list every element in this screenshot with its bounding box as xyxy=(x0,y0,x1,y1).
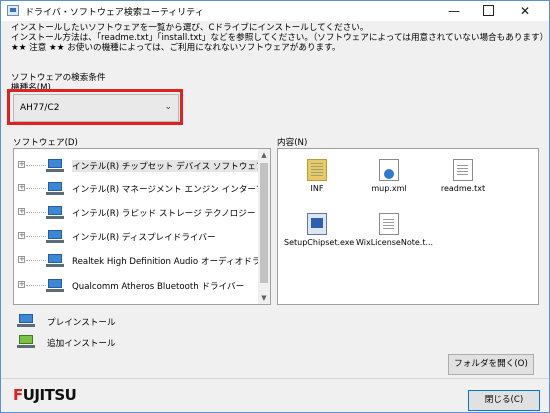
file-name: mup.xml xyxy=(371,184,407,193)
folder-icon xyxy=(307,159,327,181)
expand-icon[interactable]: + xyxy=(18,161,25,168)
laptop-blue-icon xyxy=(46,206,64,219)
exe-file-icon xyxy=(307,213,327,235)
tree-item[interactable]: + インテル(R) マネージメント エンジン インターフェ xyxy=(14,180,270,198)
tree-item-label: インテル(R) マネージメント エンジン インターフェ xyxy=(72,185,271,195)
tree-item-label: Qualcomm Atheros Bluetooth ドライバー xyxy=(72,282,245,292)
tree-item-label: インテル(R) チップセット デバイス ソフトウェア xyxy=(72,160,265,172)
footer-divider xyxy=(1,378,549,379)
laptop-blue-icon xyxy=(46,159,64,172)
text-file-icon xyxy=(379,213,399,235)
contents-label: 内容(N) xyxy=(277,138,308,148)
open-folder-button[interactable]: フォルダを開く(O) xyxy=(448,354,534,375)
instruction-line-3: ★★ 注意 ★★ お使いの機種によっては、ご利用になれないソフトウェアがあります… xyxy=(11,43,341,53)
legend-preinstall-label: プレインストール xyxy=(47,318,116,328)
scroll-thumb[interactable] xyxy=(260,163,268,283)
tree-connector xyxy=(26,165,46,166)
expand-icon[interactable]: + xyxy=(18,281,25,288)
tree-connector xyxy=(26,188,46,189)
title-bar: ドライバ・ソフトウェア検索ユーティリティ — ✕ xyxy=(1,1,549,21)
instruction-line-2: インストール方法は、「readme.txt」「install.txt」などを参照… xyxy=(11,33,549,43)
file-item[interactable]: SetupChipset.exe xyxy=(284,213,355,247)
file-item[interactable]: WixLicenseNote.t... xyxy=(356,213,434,247)
expand-icon[interactable]: + xyxy=(18,208,25,215)
tree-item[interactable]: + インテル(R) チップセット デバイス ソフトウェア xyxy=(14,157,265,175)
file-item[interactable]: INF xyxy=(284,159,350,193)
tree-scrollbar[interactable]: ▲ ▼ xyxy=(258,149,270,304)
software-tree[interactable]: + インテル(R) チップセット デバイス ソフトウェア + インテル(R) マ… xyxy=(13,148,271,305)
instructions: インストールしたいソフトウェアを一覧から選び、Cドライブにインストールしてくださ… xyxy=(11,23,549,53)
expand-icon[interactable]: + xyxy=(18,184,25,191)
tree-item[interactable]: + インテル(R) ラピッド ストレージ テクノロジー xyxy=(14,204,259,222)
laptop-blue-icon xyxy=(46,230,64,243)
fujitsu-logo: FUJITSU xyxy=(13,386,77,404)
tree-connector xyxy=(26,260,46,261)
tree-item[interactable]: + インテル(R) ディスプレイドライバー xyxy=(14,228,259,246)
software-label: ソフトウェア(D) xyxy=(13,138,78,148)
contents-panel[interactable]: INF mup.xml readme.txt SetupChipset.exe … xyxy=(277,148,539,305)
close-window-button[interactable]: ✕ xyxy=(508,1,542,21)
xml-file-icon xyxy=(379,159,399,181)
window-title: ドライバ・ソフトウェア検索ユーティリティ xyxy=(25,8,204,18)
tree-item-label: インテル(R) ディスプレイドライバー xyxy=(72,233,216,243)
close-button[interactable]: 閉じる(C) xyxy=(468,390,540,411)
tree-item-label: Realtek High Definition Audio オーディオドライバ xyxy=(72,257,271,267)
app-icon xyxy=(7,5,19,16)
laptop-blue-icon xyxy=(46,182,64,195)
tree-connector xyxy=(26,236,46,237)
tree-item-label: インテル(R) ラピッド ストレージ テクノロジー xyxy=(72,209,256,219)
laptop-blue-icon xyxy=(46,279,64,292)
expand-icon[interactable]: + xyxy=(18,232,25,239)
file-name: WixLicenseNote.t... xyxy=(356,238,434,247)
file-name: readme.txt xyxy=(440,184,486,193)
tree-connector xyxy=(26,212,46,213)
highlight-frame xyxy=(7,89,183,125)
tree-item[interactable]: + Realtek High Definition Audio オーディオドライ… xyxy=(14,252,270,270)
maximize-button[interactable] xyxy=(471,1,505,21)
legend-additional: 追加インストール xyxy=(17,334,217,350)
tree-connector xyxy=(26,285,46,286)
tree-item[interactable]: + Qualcomm Atheros Bluetooth ドライバー xyxy=(14,277,259,295)
file-item[interactable]: readme.txt xyxy=(430,159,496,193)
file-item[interactable]: mup.xml xyxy=(356,159,422,193)
legend-additional-label: 追加インストール xyxy=(47,339,116,349)
laptop-green-icon xyxy=(17,335,35,348)
laptop-blue-icon xyxy=(17,314,35,327)
file-name: SetupChipset.exe xyxy=(284,238,355,247)
legend-preinstall: プレインストール xyxy=(17,313,217,329)
scroll-down-icon[interactable]: ▼ xyxy=(258,292,270,304)
utility-window: ドライバ・ソフトウェア検索ユーティリティ — ✕ インストールしたいソフトウェア… xyxy=(0,0,550,413)
expand-icon[interactable]: + xyxy=(18,256,25,263)
scroll-up-icon[interactable]: ▲ xyxy=(258,149,270,161)
laptop-blue-icon xyxy=(46,254,64,267)
file-name: INF xyxy=(310,184,324,193)
instruction-line-1: インストールしたいソフトウェアを一覧から選び、Cドライブにインストールしてくださ… xyxy=(11,23,369,33)
minimize-button[interactable]: — xyxy=(437,1,471,21)
text-file-icon xyxy=(453,159,473,181)
maximize-icon xyxy=(482,5,494,16)
